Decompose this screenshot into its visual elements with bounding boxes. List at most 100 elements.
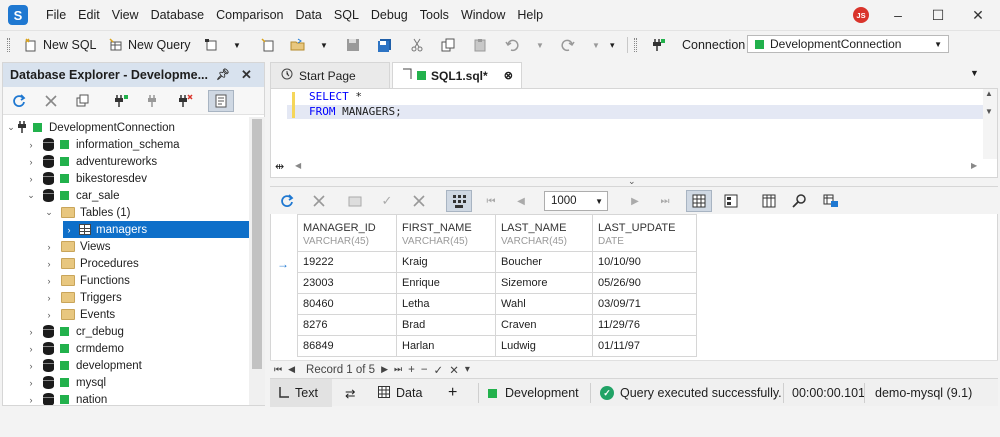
refresh-icon[interactable] (278, 192, 296, 210)
open-folder-button[interactable] (290, 34, 310, 56)
export-icon[interactable] (822, 192, 840, 210)
table-cell[interactable]: 03/09/71 (592, 293, 697, 315)
table-cell[interactable]: Sizemore (495, 272, 593, 294)
discard-icon[interactable] (410, 192, 428, 210)
card-view-icon[interactable] (722, 192, 740, 210)
redo-dropdown[interactable]: ▼ (592, 34, 600, 56)
close-window-icon[interactable]: ✕ (968, 5, 988, 25)
text-tab-button[interactable]: Text (270, 379, 332, 407)
menu-view[interactable]: View (106, 8, 145, 22)
explorer-scrollbar[interactable] (249, 117, 265, 405)
chevron-right-icon[interactable]: › (25, 327, 37, 337)
data-tab-button[interactable]: Data (378, 379, 422, 407)
chevron-down-icon[interactable]: ⌄ (25, 190, 37, 201)
table-cell[interactable]: 10/10/90 (592, 251, 697, 273)
duplicate-icon[interactable] (75, 93, 91, 109)
prev-page-icon[interactable]: ◀ (512, 192, 530, 210)
code-line-1[interactable]: SELECT * (309, 89, 362, 104)
chevron-right-icon[interactable]: › (25, 344, 37, 354)
save-all-button[interactable] (377, 34, 397, 56)
table-cell[interactable]: Boucher (495, 251, 593, 273)
menu-window[interactable]: Window (455, 8, 511, 22)
chevron-down-icon[interactable]: ⌄ (5, 122, 17, 133)
table-cell[interactable]: 05/26/90 (592, 272, 697, 294)
columns-icon[interactable] (760, 192, 778, 210)
add-record-icon[interactable]: + (408, 364, 415, 376)
user-avatar[interactable]: JS (853, 7, 869, 23)
tab-start-page[interactable]: Start Page (270, 62, 390, 88)
next-page-icon[interactable]: ▶ (626, 192, 644, 210)
save-button[interactable] (345, 34, 365, 56)
menu-tools[interactable]: Tools (414, 8, 455, 22)
scroll-left-icon[interactable]: ◀ (295, 161, 301, 170)
menu-file[interactable]: File (40, 8, 72, 22)
table-cell[interactable]: Ludwig (495, 335, 593, 357)
add-tab-icon[interactable]: + (448, 379, 457, 407)
prev-record-icon[interactable]: ◀ (288, 364, 295, 375)
tree-item-db[interactable]: › mysql (25, 374, 106, 391)
table-row[interactable]: 19222 Kraig Boucher 10/10/90 (297, 251, 697, 273)
redo-button[interactable] (560, 34, 580, 56)
table-cell[interactable]: 86849 (297, 335, 397, 357)
menu-database[interactable]: Database (145, 8, 211, 22)
chevron-right-icon[interactable]: › (25, 361, 37, 371)
chevron-right-icon[interactable]: › (43, 293, 55, 303)
table-cell[interactable]: Kraig (396, 251, 496, 273)
close-tab-icon[interactable]: ⊗ (504, 69, 513, 82)
scrollbar-thumb[interactable] (252, 119, 262, 369)
maximize-icon[interactable]: ☐ (928, 5, 948, 25)
first-record-icon[interactable]: ⏮ (274, 364, 282, 375)
table-cell[interactable]: Brad (396, 314, 496, 336)
column-header[interactable]: MANAGER_ID VARCHAR(45) (297, 214, 397, 252)
toolbar-grip[interactable] (7, 38, 10, 52)
first-page-icon[interactable]: ⏮ (482, 192, 500, 210)
column-header[interactable]: FIRST_NAME VARCHAR(45) (396, 214, 496, 252)
edit-icon[interactable] (346, 192, 364, 210)
table-cell[interactable]: Wahl (495, 293, 593, 315)
chevron-right-icon[interactable]: › (43, 310, 55, 320)
tree-item-folder[interactable]: ⌄ Tables (1) (43, 204, 130, 221)
chevron-right-icon[interactable]: › (25, 395, 37, 405)
chevron-right-icon[interactable]: › (25, 174, 37, 184)
navigation-toggle-icon[interactable] (446, 190, 472, 212)
tree-item-folder[interactable]: › Triggers (43, 289, 122, 306)
open-file-button[interactable] (260, 34, 280, 56)
table-cell[interactable]: 11/29/76 (592, 314, 697, 336)
table-cell[interactable]: Letha (396, 293, 496, 315)
more-icon[interactable]: ▾ (465, 364, 470, 375)
menu-edit[interactable]: Edit (72, 8, 106, 22)
table-cell[interactable]: Craven (495, 314, 593, 336)
table-cell[interactable]: 8276 (297, 314, 397, 336)
table-cell[interactable]: Harlan (396, 335, 496, 357)
tree-item-db[interactable]: ⌄ car_sale (25, 187, 119, 204)
tree-item-db[interactable]: › information_schema (25, 136, 180, 153)
table-row[interactable]: 23003 Enrique Sizemore 05/26/90 (297, 272, 697, 294)
tab-sql1[interactable]: SQL1.sql* ⊗ (392, 62, 522, 88)
chevron-right-icon[interactable]: › (25, 157, 37, 167)
table-cell[interactable]: 23003 (297, 272, 397, 294)
open-dropdown[interactable]: ▼ (320, 34, 328, 56)
new-connection-icon[interactable] (113, 93, 129, 109)
table-row[interactable]: 8276 Brad Craven 11/29/76 (297, 314, 697, 336)
search-icon[interactable] (790, 192, 808, 210)
split-icon[interactable]: ⇹ (275, 160, 284, 173)
pin-icon[interactable]: 📌︎ (216, 68, 230, 81)
chevron-down-icon[interactable]: ▼ (985, 107, 993, 116)
new-object-dropdown[interactable]: ▼ (233, 34, 241, 56)
paste-button[interactable] (472, 34, 492, 56)
table-cell[interactable]: 19222 (297, 251, 397, 273)
tree-item-folder[interactable]: › Functions (43, 272, 130, 289)
tree-item-db[interactable]: › cr_debug (25, 323, 124, 340)
tree-item-db[interactable]: › nation (25, 391, 107, 405)
menu-sql[interactable]: SQL (328, 8, 365, 22)
tree-item-db[interactable]: › development (25, 357, 142, 374)
row-limit-select[interactable]: 1000 ▼ (544, 191, 608, 211)
table-cell[interactable]: Enrique (396, 272, 496, 294)
cancel-icon[interactable] (310, 192, 328, 210)
editor-hscrollbar[interactable]: ⇹ ◀ ▶ (271, 159, 999, 175)
cancel-record-icon[interactable]: ✕ (449, 363, 459, 377)
column-header[interactable]: LAST_NAME VARCHAR(45) (495, 214, 593, 252)
copy-button[interactable] (440, 34, 460, 56)
grid-view-icon[interactable] (686, 190, 712, 212)
chevron-right-icon[interactable]: › (63, 225, 75, 235)
